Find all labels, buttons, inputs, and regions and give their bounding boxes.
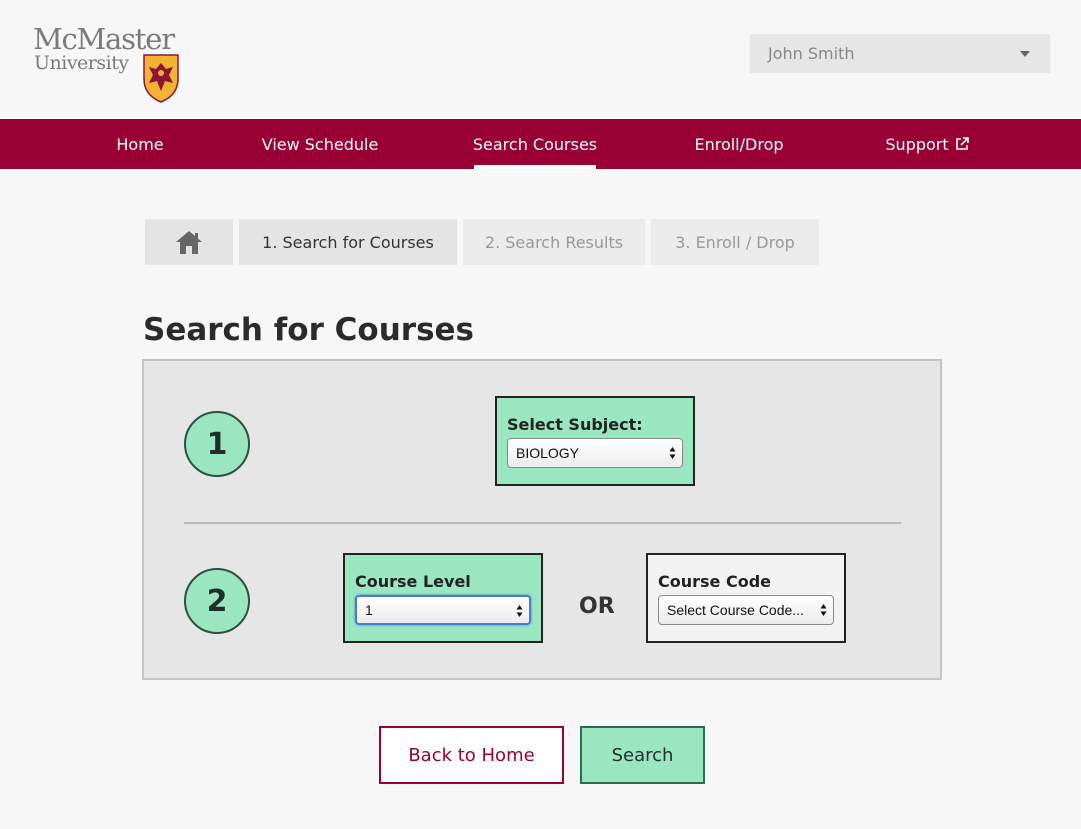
- course-code-label: Course Code: [658, 572, 771, 591]
- step-1-label: 1. Search for Courses: [262, 232, 434, 252]
- subject-field-box: Select Subject: BIOLOGY: [495, 396, 695, 486]
- step-search-results: 2. Search Results: [463, 219, 645, 265]
- chevron-down-icon: [1020, 51, 1030, 57]
- back-to-home-button[interactable]: Back to Home: [379, 726, 564, 784]
- nav-enroll-drop-label: Enroll/Drop: [694, 134, 784, 154]
- home-icon: [176, 231, 202, 254]
- course-level-select[interactable]: 1: [355, 595, 531, 625]
- step-2-label: 2. Search Results: [484, 232, 624, 252]
- step-number-1: 1: [184, 411, 250, 477]
- nav-search-courses[interactable]: Search Courses: [472, 119, 598, 169]
- divider: [184, 522, 901, 524]
- page-title: Search for Courses: [143, 312, 474, 348]
- nav-home[interactable]: Home: [113, 119, 167, 169]
- main-nav: Home View Schedule Search Courses Enroll…: [0, 119, 1081, 169]
- subject-value: BIOLOGY: [516, 445, 580, 461]
- nav-support-label: Support: [885, 134, 949, 154]
- select-arrows-icon: [820, 604, 827, 616]
- nav-support[interactable]: Support: [882, 119, 972, 169]
- search-button[interactable]: Search: [580, 726, 705, 784]
- course-code-value: Select Course Code...: [667, 602, 804, 618]
- external-link-icon: [955, 137, 969, 150]
- step-number-2: 2: [184, 568, 250, 634]
- nav-view-schedule-label: View Schedule: [261, 134, 379, 154]
- course-level-field-box: Course Level 1: [343, 553, 543, 643]
- step-3-label: 3. Enroll / Drop: [675, 232, 795, 252]
- course-level-value: 1: [365, 602, 373, 618]
- nav-view-schedule[interactable]: View Schedule: [261, 119, 379, 169]
- nav-home-label: Home: [116, 134, 164, 154]
- select-arrows-icon: [669, 447, 676, 459]
- logo-line2: University: [34, 52, 129, 74]
- breadcrumb-home[interactable]: [145, 219, 233, 265]
- nav-enroll-drop[interactable]: Enroll/Drop: [693, 119, 785, 169]
- nav-search-courses-label: Search Courses: [472, 134, 598, 154]
- header: McMaster University John Smith: [0, 0, 1081, 119]
- subject-select[interactable]: BIOLOGY: [507, 438, 683, 468]
- mcmaster-logo[interactable]: McMaster University: [33, 22, 203, 104]
- crest-icon: [143, 54, 179, 103]
- course-level-label: Course Level: [355, 572, 471, 591]
- course-code-field-box: Course Code Select Course Code...: [646, 553, 846, 643]
- step-search-for-courses[interactable]: 1. Search for Courses: [239, 219, 457, 265]
- course-code-select[interactable]: Select Course Code...: [658, 595, 834, 625]
- or-label: OR: [579, 594, 615, 619]
- logo-line1: McMaster: [33, 22, 175, 56]
- user-name: John Smith: [768, 44, 855, 63]
- subject-label: Select Subject:: [507, 415, 643, 434]
- step-enroll-drop: 3. Enroll / Drop: [651, 219, 819, 265]
- search-panel: 1 Select Subject: BIOLOGY 2 Course Level…: [142, 359, 942, 680]
- user-select[interactable]: John Smith: [750, 34, 1050, 73]
- select-arrows-icon: [516, 605, 523, 617]
